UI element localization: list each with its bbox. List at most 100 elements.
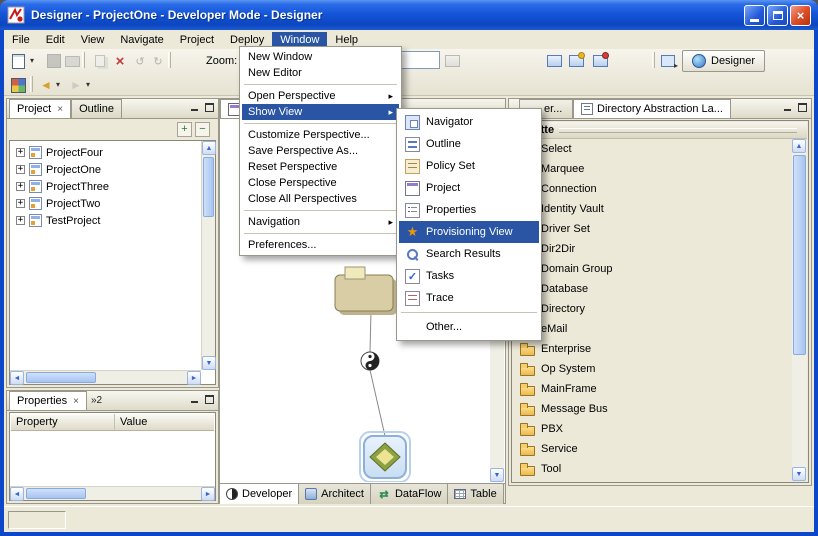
column-header-value[interactable]: Value xyxy=(115,414,152,430)
scroll-up-icon[interactable]: ▲ xyxy=(792,139,806,153)
menu-item-navigator[interactable]: Navigator xyxy=(399,111,539,133)
palette-item-dir2dir[interactable]: Dir2Dir xyxy=(513,239,792,259)
menu-item-close-all-perspectives[interactable]: Close All Perspectives xyxy=(242,191,399,207)
monitor-new-icon-button[interactable] xyxy=(566,51,586,71)
menu-item-provisioning-view[interactable]: Provisioning View xyxy=(399,221,539,243)
menu-item-save-perspective-as[interactable]: Save Perspective As... xyxy=(242,143,399,159)
menu-item-new-window[interactable]: New Window xyxy=(242,49,399,65)
palette-item-marquee[interactable]: Marquee xyxy=(513,159,792,179)
tab-outline[interactable]: Outline xyxy=(71,99,122,118)
editor-mode-tab-architect[interactable]: Architect xyxy=(299,484,371,504)
scroll-right-icon[interactable]: ► xyxy=(201,487,215,501)
palette-item-message-bus[interactable]: Message Bus xyxy=(513,399,792,419)
scrollbar-thumb[interactable] xyxy=(26,372,96,383)
expand-icon[interactable]: + xyxy=(16,165,25,174)
monitor-alert-icon-button[interactable] xyxy=(590,51,610,71)
editor-mode-tab-table[interactable]: Table xyxy=(448,484,503,504)
palette-item-connection[interactable]: Connection xyxy=(513,179,792,199)
monitor-icon-button[interactable] xyxy=(544,51,564,71)
tab-project[interactable]: Project × xyxy=(9,99,71,118)
menu-item-properties[interactable]: Properties xyxy=(399,199,539,221)
menubar-item-edit[interactable]: Edit xyxy=(38,32,73,48)
tree-item-projectfour[interactable]: +ProjectFour xyxy=(11,144,200,161)
tree-item-projecttwo[interactable]: +ProjectTwo xyxy=(11,195,200,212)
close-button[interactable]: × xyxy=(790,5,811,26)
tree-horizontal-scrollbar[interactable]: ◄ ► xyxy=(10,370,201,384)
tree-item-projectone[interactable]: +ProjectOne xyxy=(11,161,200,178)
menu-item-preferences[interactable]: Preferences... xyxy=(242,237,399,253)
back-button[interactable] xyxy=(36,75,56,95)
minimize-view-icon[interactable] xyxy=(190,103,199,112)
scroll-right-icon[interactable]: ► xyxy=(187,371,201,385)
expand-icon[interactable]: + xyxy=(16,199,25,208)
scrollbar-thumb[interactable] xyxy=(793,155,806,355)
menu-item-outline[interactable]: Outline xyxy=(399,133,539,155)
diagram-mode-button[interactable] xyxy=(8,75,28,95)
menu-item-search-results[interactable]: Search Results xyxy=(399,243,539,265)
palette-item-directory[interactable]: Directory xyxy=(513,299,792,319)
tab-properties[interactable]: Properties × xyxy=(9,391,87,410)
zoom-tool-icon[interactable] xyxy=(442,51,462,71)
forward-history-chevron-icon[interactable]: ▾ xyxy=(84,80,92,89)
minimize-view-icon[interactable] xyxy=(190,395,199,404)
palette-item-email[interactable]: eMail xyxy=(513,319,792,339)
column-header-property[interactable]: Property xyxy=(11,414,115,430)
undo-button[interactable] xyxy=(130,51,150,71)
menubar-item-navigate[interactable]: Navigate xyxy=(112,32,171,48)
palette-item-pbx[interactable]: PBX xyxy=(513,419,792,439)
menu-item-navigation[interactable]: Navigation▸ xyxy=(242,214,399,230)
identity-vault-node[interactable] xyxy=(335,267,397,315)
palette-item-driver-set[interactable]: Driver Set xyxy=(513,219,792,239)
expand-all-button[interactable]: + xyxy=(177,122,192,137)
palette-item-tool[interactable]: Tool xyxy=(513,459,792,479)
menu-item-project[interactable]: Project xyxy=(399,177,539,199)
new-wizard-button[interactable] xyxy=(8,51,28,71)
palette-header[interactable]: Palette xyxy=(513,122,807,139)
expand-icon[interactable]: + xyxy=(16,216,25,225)
minimize-view-icon[interactable] xyxy=(783,103,792,112)
delete-button[interactable] xyxy=(110,51,130,71)
expand-icon[interactable]: + xyxy=(16,148,25,157)
application-node[interactable] xyxy=(360,432,410,482)
redo-button[interactable] xyxy=(148,51,168,71)
scrollbar-thumb[interactable] xyxy=(26,488,86,499)
collapse-all-button[interactable]: − xyxy=(195,122,210,137)
print-button[interactable] xyxy=(62,51,82,71)
menu-item-customize-perspective[interactable]: Customize Perspective... xyxy=(242,127,399,143)
scroll-down-icon[interactable]: ▼ xyxy=(792,467,806,481)
scrollbar-track[interactable] xyxy=(24,487,201,500)
palette-item-service[interactable]: Service xyxy=(513,439,792,459)
open-perspective-button[interactable] xyxy=(658,51,678,71)
save-button[interactable] xyxy=(44,51,64,71)
menu-item-tasks[interactable]: Tasks xyxy=(399,265,539,287)
scrollbar-track[interactable] xyxy=(792,153,807,467)
palette-item-mainframe[interactable]: MainFrame xyxy=(513,379,792,399)
close-icon[interactable]: × xyxy=(57,104,63,115)
editor-mode-tab-dataflow[interactable]: DataFlow xyxy=(371,484,448,504)
menubar-item-file[interactable]: File xyxy=(4,32,38,48)
forward-button[interactable] xyxy=(66,75,86,95)
menu-item-reset-perspective[interactable]: Reset Perspective xyxy=(242,159,399,175)
back-history-chevron-icon[interactable]: ▾ xyxy=(54,80,62,89)
palette-item-op-system[interactable]: Op System xyxy=(513,359,792,379)
designer-perspective-button[interactable]: Designer xyxy=(682,50,765,72)
maximize-view-icon[interactable] xyxy=(205,395,214,404)
palette-item-select[interactable]: Select xyxy=(513,139,792,159)
scrollbar-thumb[interactable] xyxy=(203,157,214,217)
menu-item-open-perspective[interactable]: Open Perspective▸ xyxy=(242,88,399,104)
scroll-down-icon[interactable]: ▼ xyxy=(490,468,504,482)
menu-item-other[interactable]: Other... xyxy=(399,316,539,338)
scrollbar-track[interactable] xyxy=(202,155,215,356)
palette-grip-icon[interactable] xyxy=(559,128,797,133)
scrollbar-track[interactable] xyxy=(24,371,187,384)
scroll-down-icon[interactable]: ▼ xyxy=(202,356,216,370)
menubar-item-view[interactable]: View xyxy=(73,32,113,48)
tab-directory-abstraction-layer[interactable]: Directory Abstraction La... xyxy=(573,99,731,118)
maximize-view-icon[interactable] xyxy=(798,103,807,112)
policy-yin-yang-icon[interactable] xyxy=(361,352,379,370)
scroll-left-icon[interactable]: ◄ xyxy=(10,371,24,385)
menubar-item-project[interactable]: Project xyxy=(172,32,222,48)
tree-item-testproject[interactable]: +TestProject xyxy=(11,212,200,229)
properties-horizontal-scrollbar[interactable]: ◄ ► xyxy=(10,486,215,500)
copy-button[interactable] xyxy=(90,51,110,71)
